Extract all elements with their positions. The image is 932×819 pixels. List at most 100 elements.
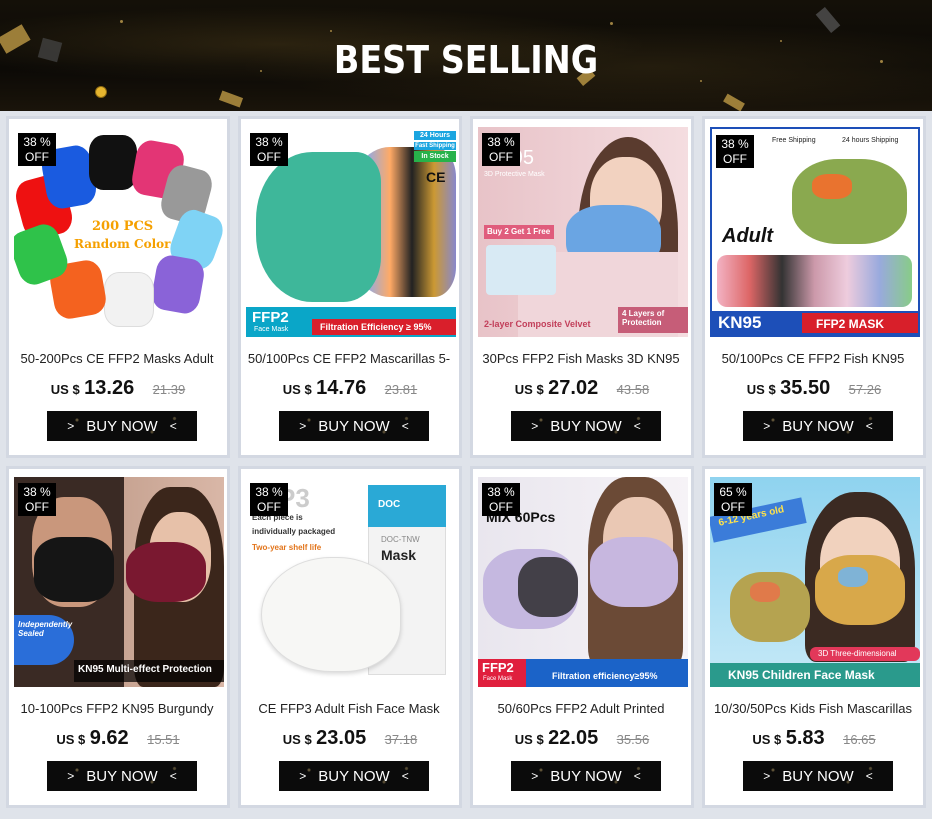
product-image[interactable]: 24 Hours Fast Shipping In Stock CE FFP2 … [246,127,456,337]
chevron-right-icon: > [299,419,307,433]
discount-badge: 65 % OFF [714,483,752,516]
currency-label: US $ [50,382,80,397]
price-row: US $ 13.26 21.39 [9,377,227,403]
chevron-left-icon: < [401,419,409,433]
chevron-right-icon: > [763,419,771,433]
buy-now-label: BUY NOW [86,767,158,785]
discount-badge: 38 % OFF [716,135,754,168]
original-price: 21.39 [152,382,186,397]
currency-label: US $ [282,732,312,747]
price-row: US $ 22.05 35.56 [473,727,691,753]
original-price: 37.18 [384,732,418,747]
price-row: US $ 35.50 57.26 [705,377,923,403]
buy-now-button[interactable]: > BUY NOW < [743,761,893,791]
price-row: US $ 9.62 15.51 [9,727,227,753]
buy-now-button[interactable]: > BUY NOW < [511,761,661,791]
discount-badge: 38 % OFF [18,483,56,516]
chevron-left-icon: < [169,769,177,783]
buy-now-button[interactable]: > BUY NOW < [743,411,893,441]
buy-now-button[interactable]: > BUY NOW < [279,761,429,791]
product-card[interactable]: KN95 3D Protective Mask Buy 2 Get 1 Free… [470,116,694,458]
original-price: 35.56 [616,732,650,747]
buy-now-label: BUY NOW [782,417,854,435]
product-image[interactable]: 200 PCS Random Color 38 % OFF [14,127,224,337]
sale-price: 5.83 [785,727,825,749]
product-title[interactable]: 50/100Pcs CE FFP2 Fish KN95 [709,351,917,371]
product-title[interactable]: CE FFP3 Adult Fish Face Mask [245,701,453,721]
chevron-left-icon: < [865,419,873,433]
original-price: 15.51 [147,732,180,747]
product-card[interactable]: 6-12 years old 3D Three-dimensional KN95… [702,466,926,808]
currency-label: US $ [282,382,312,397]
product-card[interactable]: P3 Each piece is individually packaged T… [238,466,462,808]
product-card[interactable]: 24 Hours Fast Shipping In Stock CE FFP2 … [238,116,462,458]
price-row: US $ 27.02 43.58 [473,377,691,403]
sale-price: 13.26 [84,377,135,399]
buy-now-label: BUY NOW [550,767,622,785]
buy-now-button[interactable]: > BUY NOW < [47,411,197,441]
product-card[interactable]: Free Shipping 24 hours Shipping Adult KN… [702,116,926,458]
price-row: US $ 23.05 37.18 [241,727,459,753]
banner-title: BEST SELLING [333,38,599,82]
chevron-right-icon: > [67,419,75,433]
currency-label: US $ [752,732,782,747]
buy-now-label: BUY NOW [318,767,390,785]
currency-label: US $ [514,732,544,747]
coin-icon [95,86,107,98]
original-price: 16.65 [843,732,876,747]
best-selling-banner: BEST SELLING [0,0,932,111]
product-card[interactable]: 200 PCS Random Color 38 % OFF 50-200Pcs C… [6,116,230,458]
original-price: 57.26 [848,382,882,397]
chevron-right-icon: > [531,769,539,783]
chevron-right-icon: > [763,769,771,783]
chevron-left-icon: < [865,769,873,783]
discount-badge: 38 % OFF [250,483,288,516]
price-row: US $ 5.83 16.65 [705,727,923,753]
currency-label: US $ [56,732,86,747]
chevron-right-icon: > [67,769,75,783]
discount-badge: 38 % OFF [482,483,520,516]
product-grid: 200 PCS Random Color 38 % OFF 50-200Pcs C… [6,116,928,813]
sale-price: 22.05 [548,727,599,749]
sale-price: 35.50 [780,377,831,399]
chevron-right-icon: > [531,419,539,433]
chevron-right-icon: > [299,769,307,783]
chevron-left-icon: < [633,419,641,433]
product-image[interactable]: P3 Each piece is individually packaged T… [246,477,456,687]
product-image[interactable]: 6-12 years old 3D Three-dimensional KN95… [710,477,920,687]
buy-now-label: BUY NOW [86,417,158,435]
price-row: US $ 14.76 23.81 [241,377,459,403]
sale-price: 23.05 [316,727,367,749]
sale-price: 27.02 [548,377,599,399]
buy-now-button[interactable]: > BUY NOW < [511,411,661,441]
product-card[interactable]: MIX 60Pcs FFP2 Face Mask Filtration effi… [470,466,694,808]
sale-price: 14.76 [316,377,367,399]
buy-now-button[interactable]: > BUY NOW < [279,411,429,441]
product-image[interactable]: Independently Sealed KN95 Multi-effect P… [14,477,224,687]
product-image[interactable]: MIX 60Pcs FFP2 Face Mask Filtration effi… [478,477,688,687]
original-price: 23.81 [384,382,418,397]
discount-badge: 38 % OFF [250,133,288,166]
product-title[interactable]: 50/60Pcs FFP2 Adult Printed [477,701,685,721]
buy-now-label: BUY NOW [318,417,390,435]
discount-badge: 38 % OFF [482,133,520,166]
chevron-left-icon: < [401,769,409,783]
discount-badge: 38 % OFF [18,133,56,166]
product-card[interactable]: Independently Sealed KN95 Multi-effect P… [6,466,230,808]
product-title[interactable]: 10/30/50Pcs Kids Fish Mascarillas [709,701,917,721]
chevron-left-icon: < [633,769,641,783]
product-title[interactable]: 50-200Pcs CE FFP2 Masks Adult [13,351,221,371]
product-title[interactable]: 10-100Pcs FFP2 KN95 Burgundy [13,701,221,721]
currency-label: US $ [514,382,544,397]
original-price: 43.58 [616,382,650,397]
buy-now-button[interactable]: > BUY NOW < [47,761,197,791]
product-image[interactable]: Free Shipping 24 hours Shipping Adult KN… [710,127,920,337]
product-image[interactable]: KN95 3D Protective Mask Buy 2 Get 1 Free… [478,127,688,337]
chevron-left-icon: < [169,419,177,433]
sale-price: 9.62 [89,727,129,749]
buy-now-label: BUY NOW [782,767,854,785]
currency-label: US $ [746,382,776,397]
buy-now-label: BUY NOW [550,417,622,435]
product-title[interactable]: 50/100Pcs CE FFP2 Mascarillas 5- [245,351,453,371]
product-title[interactable]: 30Pcs FFP2 Fish Masks 3D KN95 [477,351,685,371]
